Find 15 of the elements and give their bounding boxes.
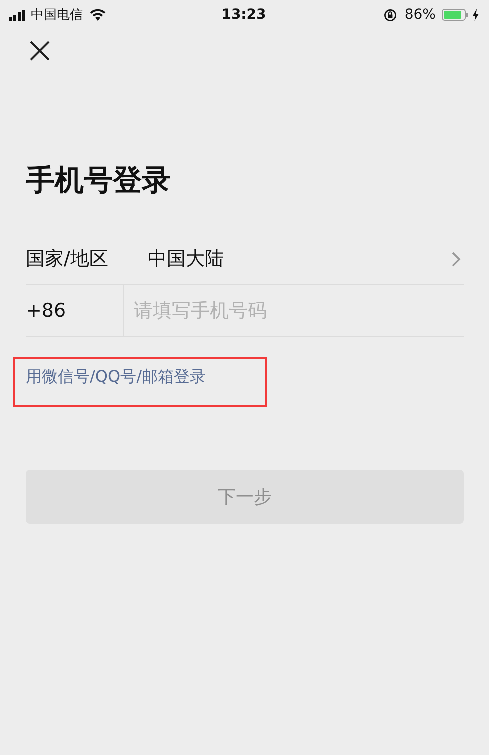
phone-input-field[interactable]: 请填写手机号码 bbox=[134, 300, 464, 322]
battery-percent: 86% bbox=[404, 7, 436, 23]
clock-time: 13:23 bbox=[222, 7, 266, 23]
country-code[interactable]: +86 bbox=[26, 285, 124, 336]
region-row[interactable]: 国家/地区 中国大陆 bbox=[26, 234, 464, 285]
signal-icon bbox=[9, 10, 27, 20]
wifi-icon bbox=[90, 9, 106, 21]
charging-icon bbox=[472, 9, 479, 21]
close-icon[interactable] bbox=[30, 41, 50, 61]
chevron-right-icon bbox=[452, 252, 461, 266]
rotation-lock-icon bbox=[384, 8, 397, 22]
alt-login-link[interactable]: 用微信号/QQ号/邮箱登录 bbox=[26, 367, 206, 388]
battery-icon bbox=[442, 9, 469, 21]
page-title: 手机号登录 bbox=[26, 162, 172, 199]
carrier-name: 中国电信 bbox=[31, 7, 83, 24]
